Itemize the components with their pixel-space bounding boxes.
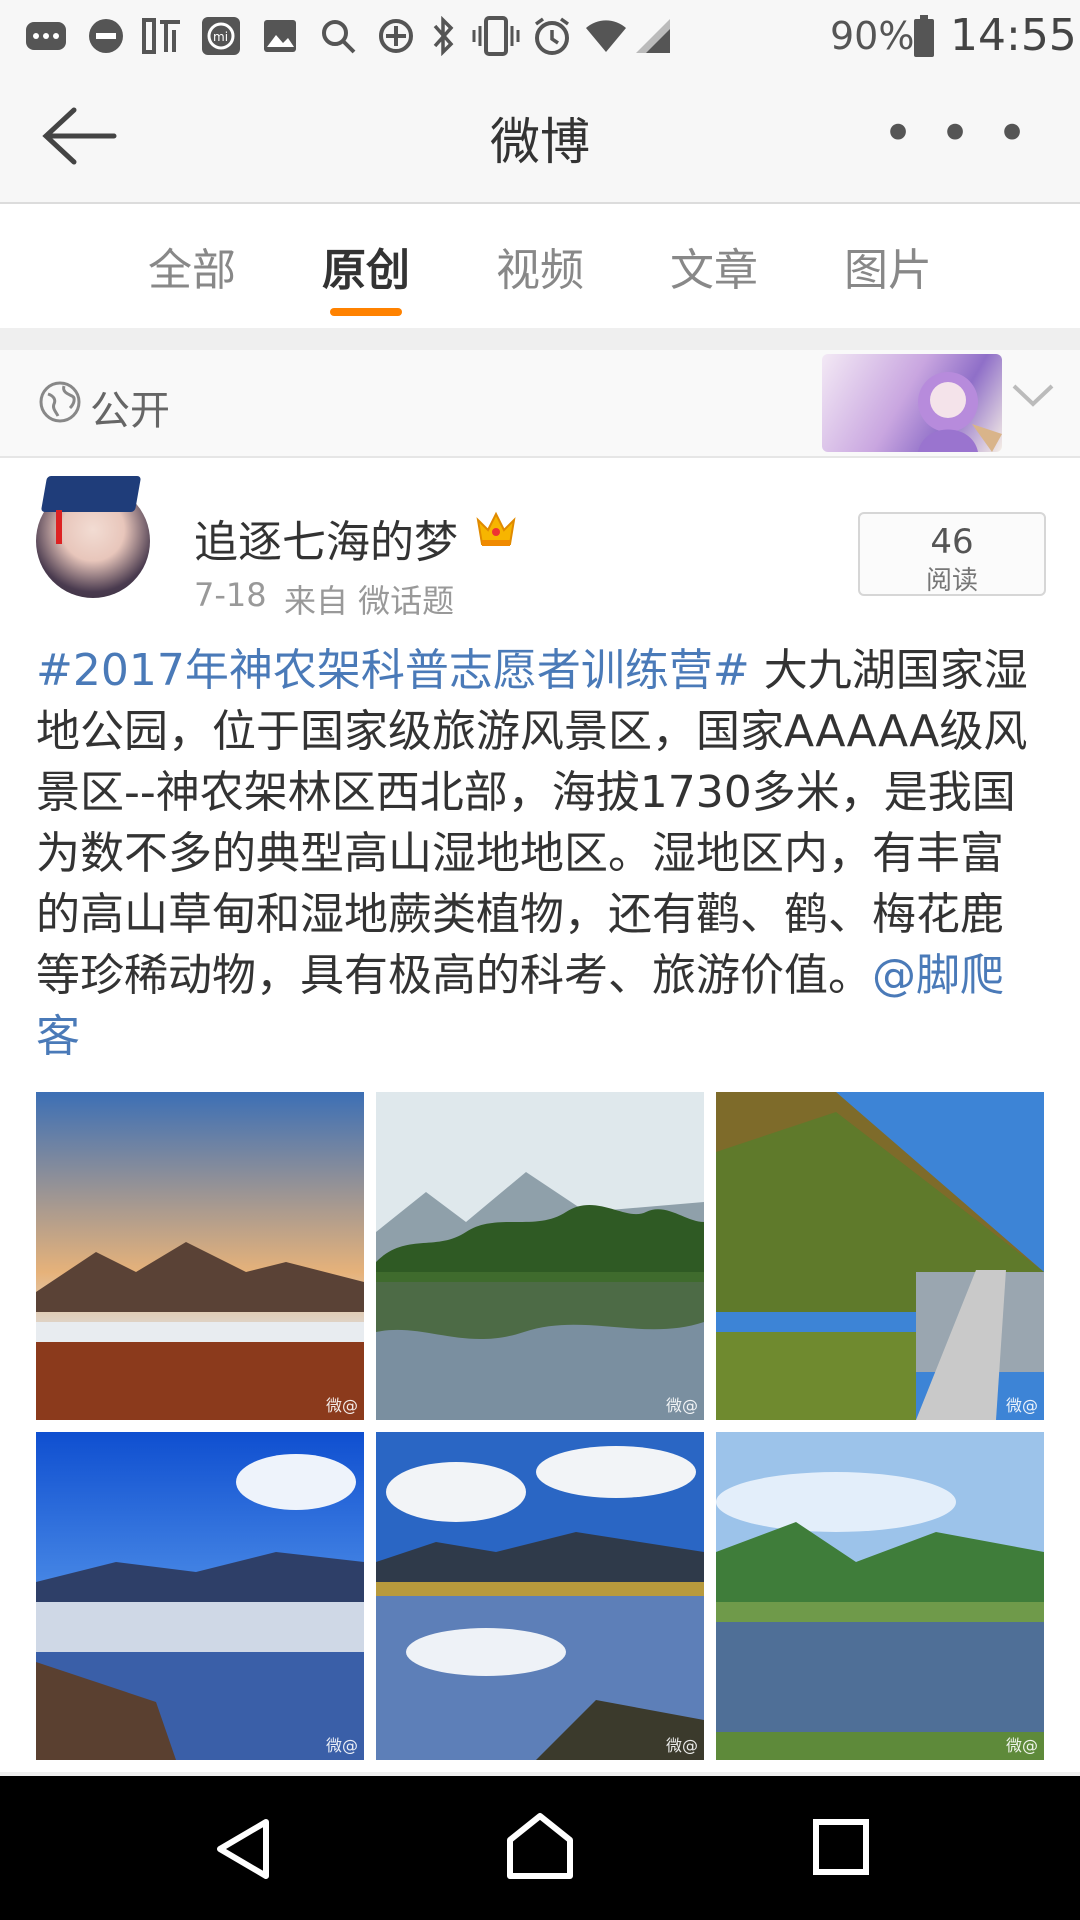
post-body: #2017年神农架科普志愿者训练营# 大九湖国家湿地公园，位于国家级旅游风景区，… [36, 640, 1044, 1067]
svg-text:mi: mi [213, 30, 228, 44]
post-image-3[interactable]: 微@ [716, 1092, 1044, 1420]
search-icon [318, 16, 358, 56]
weibo-watermark: 微@ [665, 1736, 698, 1755]
post-image-2[interactable]: 微@ [376, 1092, 704, 1420]
username[interactable]: 追逐七海的梦 [194, 506, 458, 570]
visibility-label: 公开 [90, 388, 170, 434]
status-bar: mi 90% 14:55 [0, 0, 1080, 72]
weibo-watermark: 微@ [1005, 1736, 1038, 1755]
section-divider [0, 328, 1080, 350]
weibo-watermark: 微@ [665, 1396, 698, 1415]
post-image-6[interactable]: 微@ [716, 1432, 1044, 1760]
cap-tassel [56, 510, 62, 544]
vibrate-icon [472, 16, 520, 56]
post-image-1[interactable]: 微@ [36, 1092, 364, 1420]
crown-badge-icon[interactable] [474, 510, 518, 554]
avatar[interactable] [36, 476, 150, 598]
tab-all[interactable]: 全部 [148, 234, 236, 298]
chevron-down-icon[interactable] [1010, 380, 1056, 414]
active-tab-indicator [330, 308, 402, 316]
system-nav-bar [0, 1776, 1080, 1920]
tab-article[interactable]: 文章 [670, 234, 758, 298]
clock: 14:55 [950, 10, 1077, 61]
do-not-disturb-icon [86, 16, 126, 56]
ting-app-icon [140, 16, 184, 56]
tab-bar: 全部 原创 视频 文章 图片 [0, 204, 1080, 328]
visibility-selector[interactable]: 公开 [0, 350, 1080, 458]
tab-pictures[interactable]: 图片 [844, 234, 932, 298]
globe-icon [38, 380, 82, 424]
more-options-button[interactable]: • • • [882, 102, 1032, 165]
home-button[interactable] [504, 1810, 576, 1882]
wifi-icon [584, 16, 628, 56]
weibo-watermark: 微@ [325, 1396, 358, 1415]
mi-app-icon: mi [200, 16, 242, 56]
back-button[interactable] [210, 1814, 280, 1884]
battery-percent: 90% [830, 14, 915, 58]
hashtag-link[interactable]: #2017年神农架科普志愿者训练营# [36, 645, 750, 696]
battery-icon [912, 15, 936, 57]
post-image-4[interactable]: 微@ [36, 1432, 364, 1760]
graduation-cap-icon [40, 476, 142, 512]
bluetooth-icon [428, 16, 458, 56]
read-label: 阅读 [925, 566, 978, 596]
alarm-icon [532, 16, 572, 56]
post-date: 7-18 [194, 576, 267, 614]
anime-banner-image [822, 354, 1002, 452]
tab-video[interactable]: 视频 [496, 234, 584, 298]
signal-icon [634, 16, 674, 56]
post-image-5[interactable]: 微@ [376, 1432, 704, 1760]
chat-bubble-icon [24, 16, 68, 56]
top-nav-bar: 微博 • • • [0, 72, 1080, 204]
tab-original[interactable]: 原创 [322, 234, 410, 298]
post-text: 大九湖国家湿地公园，位于国家级旅游风景区，国家AAAAA级风景区--神农架林区西… [36, 645, 1028, 1001]
location-icon [376, 16, 416, 56]
post-source[interactable]: 来自 微话题 [284, 576, 454, 622]
weibo-watermark: 微@ [1005, 1396, 1038, 1415]
read-count-box: 46 阅读 [858, 512, 1046, 596]
image-icon [262, 16, 298, 56]
read-count: 46 [930, 522, 974, 562]
recents-button[interactable] [810, 1816, 872, 1878]
weibo-watermark: 微@ [325, 1736, 358, 1755]
